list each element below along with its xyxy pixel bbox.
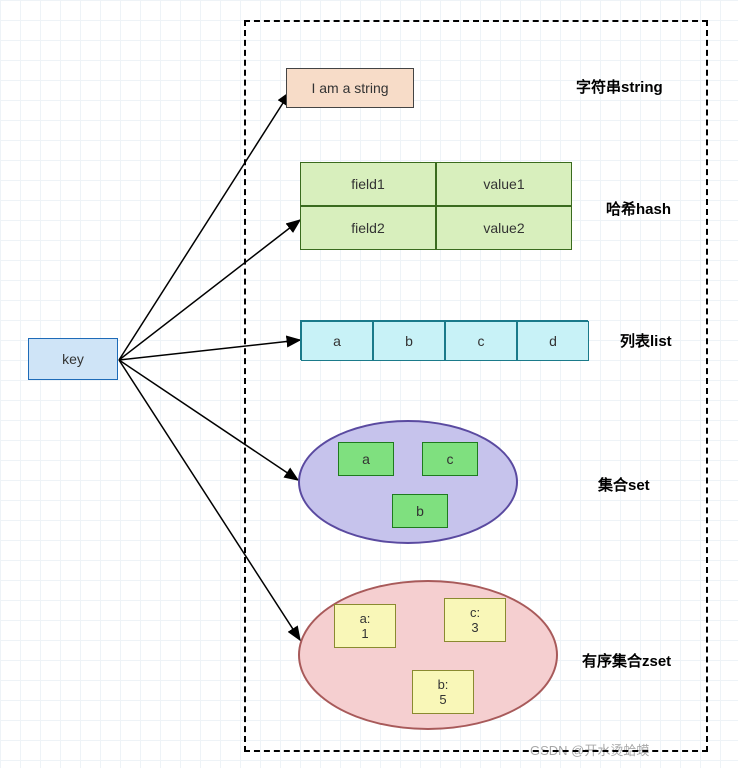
list-item-3: d [517, 321, 589, 361]
set-item-c: c [422, 442, 478, 476]
hash-value-0: value1 [436, 162, 572, 206]
list-item-0: a [301, 321, 373, 361]
watermark-text: GSDN @开水烫蛤蟆 [530, 740, 649, 759]
hash-table: field1 value1 field2 value2 [300, 162, 572, 250]
hash-field-0: field1 [300, 162, 436, 206]
list-type-label: 列表list [620, 330, 672, 351]
string-type-label: 字符串string [576, 76, 663, 97]
set-item-b: b [392, 494, 448, 528]
zset-type-label: 有序集合zset [582, 650, 671, 671]
zset-item-b: b: 5 [412, 670, 474, 714]
list-item-1: b [373, 321, 445, 361]
zset-item-c: c: 3 [444, 598, 506, 642]
zset-item-a: a: 1 [334, 604, 396, 648]
hash-type-label: 哈希hash [606, 198, 671, 219]
key-label: key [62, 351, 84, 367]
set-item-a: a [338, 442, 394, 476]
hash-field-1: field2 [300, 206, 436, 250]
string-value-box: I am a string [286, 68, 414, 108]
set-type-label: 集合set [598, 474, 650, 495]
list-item-2: c [445, 321, 517, 361]
key-node: key [28, 338, 118, 380]
list-box: a b c d [300, 320, 588, 360]
string-value: I am a string [311, 80, 388, 96]
hash-value-1: value2 [436, 206, 572, 250]
